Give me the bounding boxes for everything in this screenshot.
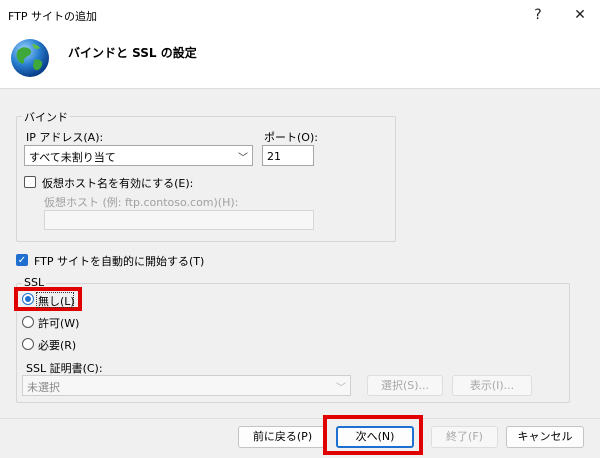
virtual-host-label: 仮想ホスト (例: ftp.contoso.com)(H): — [44, 196, 239, 209]
ssl-cert-select[interactable]: 未選択 ﹀ — [22, 375, 351, 396]
finish-button[interactable]: 終了(F) — [431, 426, 498, 448]
page-title: バインドと SSL の設定 — [68, 46, 197, 60]
port-label: ポート(O): — [264, 131, 318, 144]
autostart-label: FTP サイトを自動的に開始する(T) — [34, 255, 205, 268]
cancel-button[interactable]: キャンセル — [506, 426, 584, 448]
chevron-down-icon: ﹀ — [238, 153, 248, 164]
back-button[interactable]: 前に戻る(P) — [238, 426, 327, 448]
globe-icon — [8, 36, 52, 80]
help-button[interactable]: ? — [526, 4, 550, 26]
ssl-require-radio[interactable] — [22, 338, 34, 350]
ssl-none-label: 無し(L) — [38, 295, 75, 308]
port-input[interactable]: 21 — [262, 145, 314, 166]
ip-address-label: IP アドレス(A): — [26, 131, 104, 144]
ssl-none-radio[interactable] — [22, 293, 34, 305]
ssl-require-label: 必要(R) — [38, 339, 77, 352]
ip-address-value: すべて未割り当て — [29, 151, 116, 164]
autostart-checkbox[interactable]: ✓ — [16, 254, 28, 266]
ssl-allow-label: 許可(W) — [38, 317, 80, 330]
port-value: 21 — [267, 150, 281, 163]
binding-group-label: バインド — [22, 109, 70, 125]
ssl-allow-radio[interactable] — [22, 316, 34, 328]
virtual-host-input[interactable] — [44, 210, 314, 230]
ssl-cert-label: SSL 証明書(C): — [26, 362, 103, 375]
view-cert-button[interactable]: 表示(I)... — [452, 375, 532, 396]
window-title: FTP サイトの追加 — [8, 10, 97, 23]
virtual-host-checkbox[interactable] — [24, 176, 36, 188]
ssl-cert-value: 未選択 — [27, 381, 60, 394]
select-cert-button[interactable]: 選択(S)... — [367, 375, 443, 396]
close-button[interactable]: ✕ — [568, 4, 592, 26]
ip-address-select[interactable]: すべて未割り当て ﹀ — [24, 145, 253, 166]
footer-divider — [0, 418, 600, 419]
chevron-down-icon: ﹀ — [336, 383, 346, 394]
virtual-host-checkbox-label: 仮想ホスト名を有効にする(E): — [42, 177, 194, 190]
next-button[interactable]: 次へ(N) — [336, 426, 414, 448]
